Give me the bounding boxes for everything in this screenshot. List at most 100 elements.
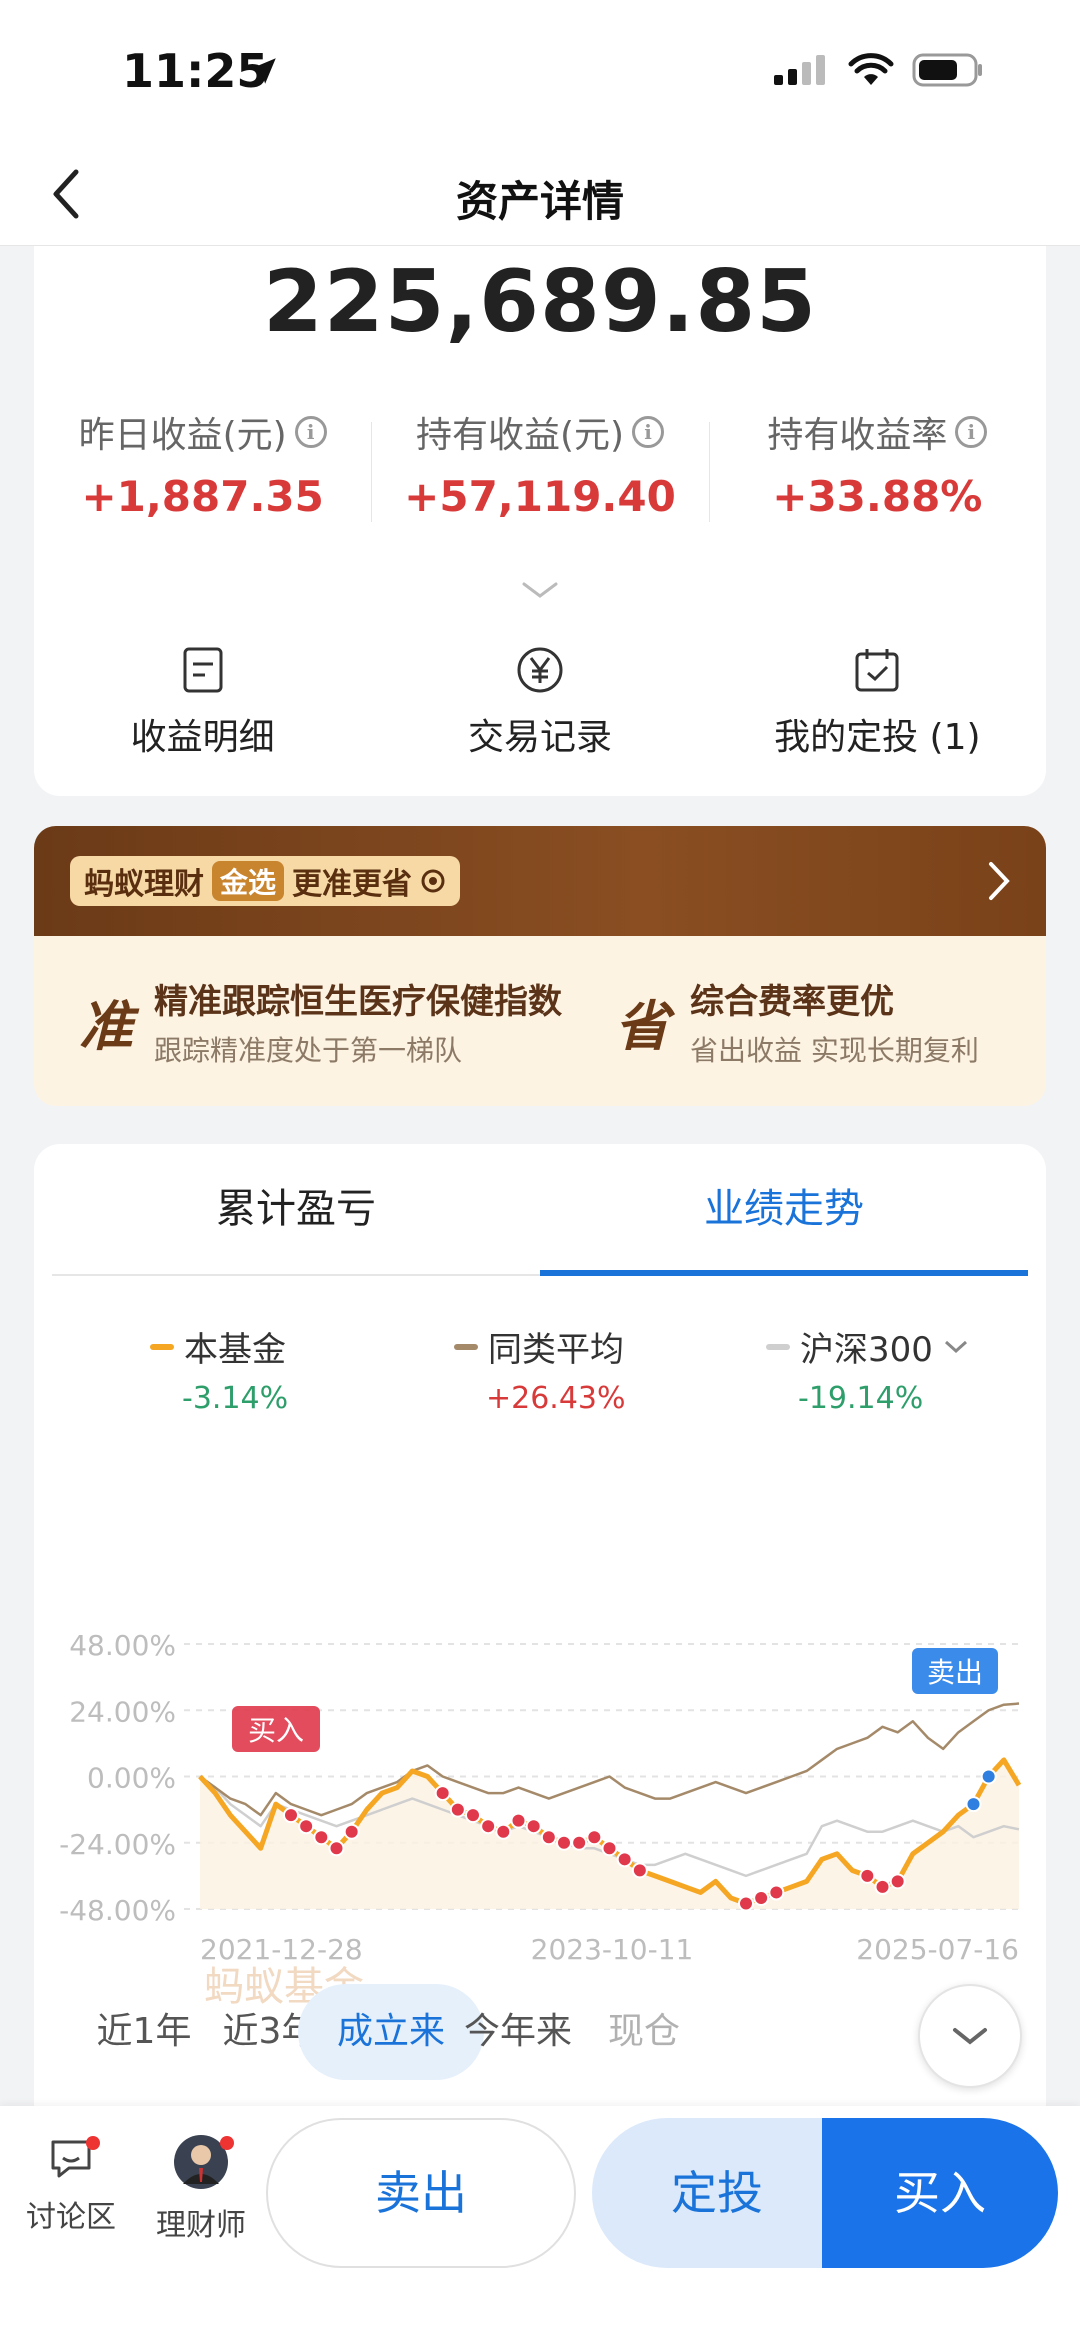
quick-actions: 收益明细 交易记录 我的定投 (1) bbox=[34, 646, 1046, 760]
y-tick-label: 0.00% bbox=[87, 1762, 176, 1795]
sell-marker: 卖出 bbox=[927, 1656, 983, 1689]
chevron-down-icon[interactable] bbox=[520, 578, 560, 602]
target-icon bbox=[421, 869, 445, 893]
buy-trade-dot bbox=[889, 1873, 906, 1890]
x-tick-label: 2023-10-11 bbox=[531, 1933, 694, 1966]
wifi-icon bbox=[848, 53, 894, 85]
period-1y[interactable]: 近1年 bbox=[74, 1984, 214, 2080]
buy-marker: 买入 bbox=[248, 1714, 304, 1747]
legend-pct: -3.14% bbox=[182, 1381, 289, 1416]
legend-swatch bbox=[150, 1343, 174, 1350]
buy-trade-dot bbox=[465, 1807, 481, 1824]
chevron-down-icon bbox=[953, 2028, 987, 2045]
promo-item-sub: 跟踪精准度处于第一梯队 bbox=[154, 1034, 463, 1067]
buy-trade-dot bbox=[631, 1862, 648, 1879]
buy-trade-dot bbox=[510, 1812, 527, 1829]
buy-trade-dot bbox=[525, 1818, 542, 1835]
stat-value: +33.88% bbox=[772, 472, 983, 521]
tab-performance-trend[interactable]: 业绩走势 bbox=[540, 1144, 1028, 1276]
stat-value: +57,119.40 bbox=[404, 472, 676, 521]
buy-trade-dot bbox=[434, 1785, 451, 1802]
buy-trade-dot bbox=[874, 1878, 891, 1895]
legend-name: 本基金 bbox=[184, 1330, 286, 1370]
buy-trade-dot bbox=[343, 1823, 360, 1840]
sell-trade-dot bbox=[980, 1768, 997, 1785]
chart-svg: 48.00%24.00%0.00%-24.00%-48.00%2021-12-2… bbox=[59, 1629, 1022, 1966]
buy-trade-dot bbox=[586, 1829, 603, 1846]
promo-item-sub: 省出收益 实现长期复利 bbox=[690, 1034, 979, 1067]
buy-trade-dot bbox=[738, 1895, 754, 1912]
info-icon[interactable]: i bbox=[955, 416, 988, 448]
chevron-right-icon[interactable] bbox=[986, 860, 1012, 902]
total-assets: 225,689.85 bbox=[262, 252, 818, 352]
promo-brand: 蚂蚁理财 金选 更准更省 bbox=[70, 856, 461, 906]
promo-item-title: 综合费率更优 bbox=[690, 982, 894, 1022]
promo-char: 准 bbox=[68, 984, 144, 1060]
discussion-label: 讨论区 bbox=[26, 2200, 116, 2235]
y-tick-label: -48.00% bbox=[59, 1894, 176, 1927]
stats-row: 昨日收益(元) i +1,887.35 持有收益(元) i +57,119.40 持… bbox=[34, 406, 1046, 522]
y-tick-label: 48.00% bbox=[69, 1629, 176, 1662]
advisor-label: 理财师 bbox=[156, 2208, 246, 2243]
buy-trade-dot bbox=[480, 1818, 497, 1835]
stat-holding-rate: 持有收益率 i +33.88% bbox=[708, 406, 1046, 522]
nav-bar: 资产详情 bbox=[0, 150, 1080, 246]
location-arrow-icon bbox=[250, 58, 276, 84]
promo-banner[interactable]: 蚂蚁理财 金选 更准更省 准 精准跟踪恒生医疗保健指数 跟踪精准度处于第一梯队 … bbox=[34, 826, 1046, 1106]
action-label: 我的定投 (1) bbox=[774, 717, 981, 758]
notification-dot bbox=[220, 2136, 234, 2150]
battery-icon bbox=[912, 53, 982, 87]
sip-button[interactable]: 定投 bbox=[592, 2118, 842, 2268]
buy-trade-dot bbox=[328, 1840, 345, 1857]
legend-swatch bbox=[454, 1343, 478, 1350]
info-icon[interactable]: i bbox=[632, 416, 665, 448]
promo-header: 蚂蚁理财 金选 更准更省 bbox=[34, 826, 1046, 936]
status-bar: 11:25 bbox=[0, 0, 1080, 150]
chevron-down-icon[interactable] bbox=[943, 1339, 969, 1355]
promo-char: 省 bbox=[604, 984, 680, 1060]
stat-yesterday: 昨日收益(元) i +1,887.35 bbox=[34, 406, 371, 521]
buy-trade-dot bbox=[859, 1867, 876, 1884]
period-ytd[interactable]: 今年来 bbox=[448, 1984, 588, 2080]
stat-label: 昨日收益(元) bbox=[78, 415, 287, 456]
discussion-button[interactable]: 讨论区 bbox=[6, 2134, 136, 2236]
legend-pct: +26.43% bbox=[486, 1381, 626, 1416]
advisor-button[interactable]: 理财师 bbox=[136, 2134, 266, 2244]
legend-name: 沪深300 bbox=[800, 1330, 933, 1370]
status-indicators bbox=[774, 52, 984, 88]
promo-brand-name: 蚂蚁理财 bbox=[84, 867, 204, 902]
legend-item-fund[interactable]: 本基金 -3.14% bbox=[150, 1322, 288, 1416]
income-detail-button[interactable]: 收益明细 bbox=[34, 646, 371, 760]
performance-card: 累计盈亏 业绩走势 本基金 -3.14% 同类平均 +26.43% 沪深300 … bbox=[34, 1144, 1046, 2106]
buy-trade-dot bbox=[601, 1840, 618, 1857]
legend-swatch bbox=[766, 1343, 790, 1350]
period-current[interactable]: 现仓 bbox=[574, 1984, 714, 2080]
my-sip-button[interactable]: 我的定投 (1) bbox=[709, 646, 1046, 760]
yen-circle-icon bbox=[517, 647, 563, 693]
asset-summary-card: 225,689.85 昨日收益(元) i +1,887.35 持有收益(元) i +… bbox=[34, 246, 1046, 796]
legend-item-category-avg[interactable]: 同类平均 +26.43% bbox=[454, 1322, 626, 1416]
stat-value: +1,887.35 bbox=[81, 472, 324, 521]
document-icon bbox=[183, 647, 223, 693]
buy-trade-dot bbox=[616, 1851, 633, 1868]
buy-trade-dot bbox=[313, 1829, 330, 1846]
promo-slogan: 更准更省 bbox=[292, 867, 413, 902]
y-tick-label: 24.00% bbox=[69, 1695, 176, 1728]
buy-trade-dot bbox=[283, 1807, 299, 1824]
sell-trade-dot bbox=[965, 1796, 982, 1813]
buy-trade-dot bbox=[571, 1834, 588, 1851]
tab-cumulative-pnl[interactable]: 累计盈亏 bbox=[52, 1144, 540, 1274]
stat-holding: 持有收益(元) i +57,119.40 bbox=[371, 406, 708, 522]
trade-record-button[interactable]: 交易记录 bbox=[371, 646, 708, 760]
bottom-action-bar: 讨论区 理财师 卖出 定投 买入 bbox=[0, 2106, 1080, 2341]
info-icon[interactable]: i bbox=[294, 416, 327, 448]
sell-button[interactable]: 卖出 bbox=[266, 2118, 576, 2268]
collapse-button[interactable] bbox=[918, 1984, 1022, 2088]
promo-item-save: 省 综合费率更优 省出收益 实现长期复利 bbox=[604, 974, 979, 1069]
buy-button[interactable]: 买入 bbox=[822, 2118, 1058, 2268]
period-selector: 近1年 近3年 成立来 今年来 现仓 bbox=[34, 1984, 1046, 2088]
legend-item-csi300[interactable]: 沪深300 -19.14% bbox=[766, 1322, 969, 1416]
cellular-signal-icon bbox=[774, 55, 825, 85]
y-tick-label: -24.00% bbox=[59, 1828, 176, 1861]
promo-item-accurate: 准 精准跟踪恒生医疗保健指数 跟踪精准度处于第一梯队 bbox=[68, 974, 562, 1069]
